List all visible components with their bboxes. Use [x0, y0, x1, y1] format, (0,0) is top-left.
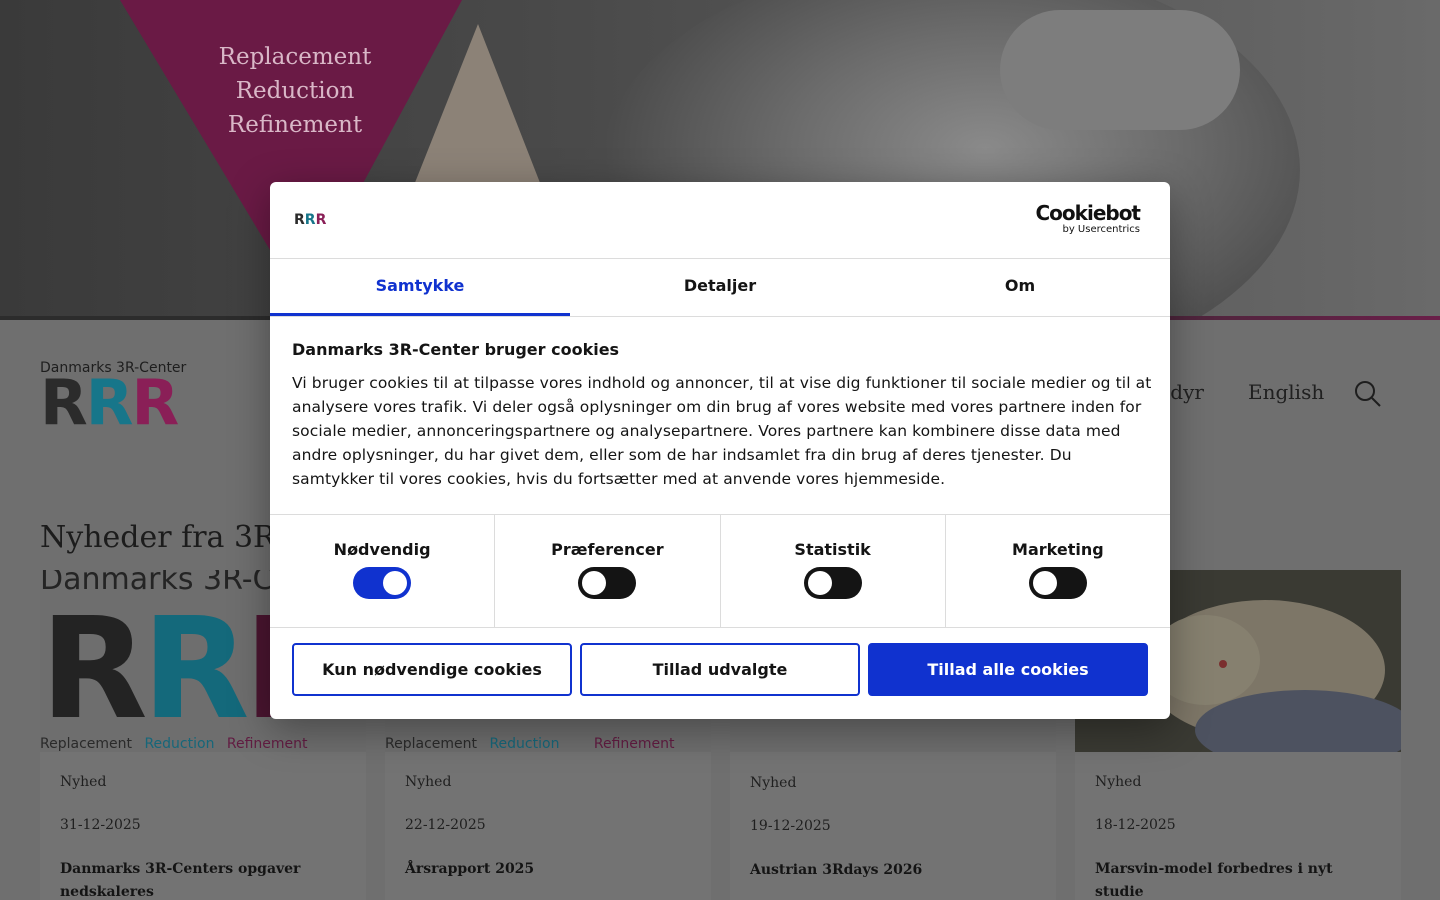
hero-line-refinement: Refinement — [227, 112, 363, 138]
dialog-header: RRR Cookiebot by Usercentrics — [270, 182, 1170, 259]
hero-line-replacement: Replacement — [218, 44, 372, 70]
toggle-preferences: Præferencer — [495, 515, 721, 627]
logo-letter-1: R — [40, 366, 88, 439]
card-title[interactable]: Austrian 3Rdays 2026 — [750, 859, 1040, 882]
dialog-title: Danmarks 3R-Center bruger cookies — [292, 340, 620, 359]
toggle-label: Nødvendig — [333, 540, 431, 559]
statistics-switch[interactable] — [803, 567, 862, 599]
card-title[interactable]: Danmarks 3R-Centers opgaver nedskaleres — [60, 858, 350, 900]
dialog-tabs: Samtykke Detaljer Om — [270, 259, 1170, 317]
switch-knob — [582, 571, 607, 595]
hero-tagline: Replacement Reduction Refinement — [200, 40, 390, 142]
toggle-label: Statistik — [794, 540, 871, 559]
card-image-caption: Replacement — [40, 736, 132, 752]
dialog-site-logo: RRR — [294, 212, 327, 228]
hero-photo-hand — [1000, 10, 1240, 130]
card-image-caption: Replacement — [385, 736, 477, 752]
switch-knob — [383, 571, 408, 595]
logo-letter-3: R — [131, 366, 180, 439]
card-type: Nyhed — [60, 774, 107, 790]
tab-detaljer[interactable]: Detaljer — [570, 259, 870, 316]
toggle-label: Præferencer — [551, 540, 664, 559]
tab-om[interactable]: Om — [870, 259, 1170, 316]
card-type: Nyhed — [1095, 774, 1142, 790]
card-image-caption: Reduction — [144, 736, 215, 752]
card-date: 31-12-2025 — [60, 817, 141, 833]
card-image-caption: Refinement — [593, 736, 675, 752]
allow-all-button[interactable]: Tillad alle cookies — [868, 643, 1148, 696]
card-image-captions: Replacement Reduction Refinement — [40, 736, 308, 752]
marketing-switch[interactable] — [1028, 567, 1087, 599]
card-image-caption: Reduction — [489, 736, 560, 752]
card-type: Nyhed — [750, 775, 797, 791]
toggle-necessary: Nødvendig — [270, 515, 496, 627]
tab-samtykke[interactable]: Samtykke — [270, 259, 570, 316]
dialog-description: Vi bruger cookies til at tilpasse vores … — [292, 374, 1152, 488]
card-date: 19-12-2025 — [750, 818, 831, 834]
toggle-label: Marketing — [1012, 540, 1104, 559]
toggle-statistics: Statistik — [721, 515, 946, 627]
nav-item-english[interactable]: English — [1248, 380, 1324, 404]
card-title[interactable]: Marsvin-model forbedres i nyt studie — [1095, 858, 1385, 900]
hero-line-reduction: Reduction — [235, 78, 355, 104]
dialog-body: Danmarks 3R-Center bruger cookies Vi bru… — [292, 340, 1152, 491]
cookiebot-logo[interactable]: Cookiebot by Usercentrics — [1030, 201, 1142, 236]
card-image-captions: Replacement Reduction Refinement — [385, 736, 675, 752]
card-date: 18-12-2025 — [1095, 817, 1176, 833]
search-icon[interactable] — [1354, 380, 1382, 408]
site-logo[interactable]: RRR — [40, 372, 179, 434]
consent-toggles: Nødvendig Præferencer Statistik Marketin… — [270, 514, 1170, 628]
preferences-switch[interactable] — [578, 567, 637, 599]
only-necessary-button[interactable]: Kun nødvendige cookies — [292, 643, 572, 696]
switch-knob — [807, 571, 832, 595]
switch-knob — [1032, 571, 1057, 595]
necessary-switch[interactable] — [353, 567, 412, 599]
dialog-buttons: Kun nødvendige cookies Tillad udvalgte T… — [292, 643, 1148, 696]
card-image-caption: Refinement — [226, 736, 308, 752]
cookiebot-byline: by Usercentrics — [1062, 224, 1140, 235]
cookie-consent-dialog: RRR Cookiebot by Usercentrics Samtykke D… — [270, 182, 1170, 719]
toggle-marketing: Marketing — [946, 515, 1170, 627]
card-date: 22-12-2025 — [405, 817, 486, 833]
allow-selected-button[interactable]: Tillad udvalgte — [580, 643, 860, 696]
card-type: Nyhed — [405, 774, 452, 790]
card-title[interactable]: Årsrapport 2025 — [405, 858, 695, 881]
logo-letter-2: R — [85, 366, 134, 439]
cookiebot-name: Cookiebot — [1035, 201, 1142, 225]
news-heading: Nyheder fra 3R-v — [40, 520, 303, 555]
